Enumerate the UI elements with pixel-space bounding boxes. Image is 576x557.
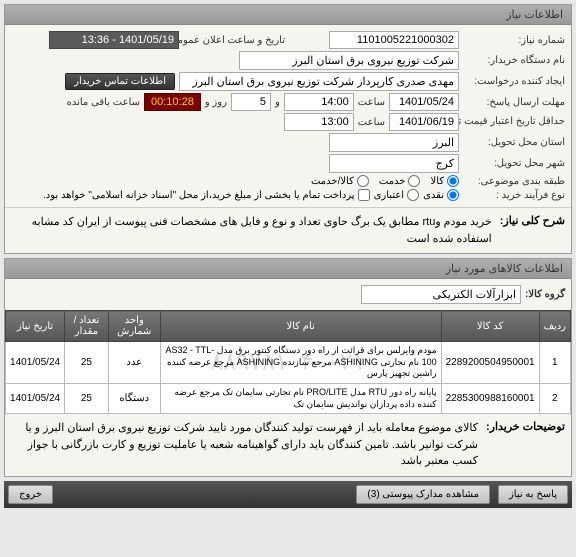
credit-note-check[interactable]: پرداخت تمام یا بخشی از مبلغ خرید،از محل …	[43, 189, 370, 201]
reply-button[interactable]: پاسخ به نیاز	[498, 485, 568, 504]
deadline-label: مهلت ارسال پاسخ:	[465, 97, 565, 108]
credit-note-checkbox[interactable]	[358, 189, 370, 201]
requester-field: مهدی صدری کارپرداز شرکت توزیع نیروی برق …	[179, 72, 459, 91]
cell-code: 2289200504950001	[441, 342, 539, 384]
validity-label: حداقل تاریخ اعتبار قیمت تا تاریخ:	[465, 116, 565, 128]
radio-cash-input[interactable]	[447, 189, 459, 201]
remain-label: ساعت باقی مانده	[67, 97, 140, 108]
radio-service[interactable]: خدمت	[379, 175, 421, 187]
and-label: و	[275, 97, 280, 108]
process-label: نوع فرآیند خرید :	[465, 190, 565, 201]
province-field: البرز	[329, 133, 459, 152]
radio-goods[interactable]: کالا	[430, 175, 459, 187]
validity-time-field: 13:00	[284, 113, 354, 131]
exit-button[interactable]: خروج	[8, 485, 53, 504]
th-qty: تعداد / مقدار	[65, 311, 109, 342]
province-label: استان محل تحویل:	[465, 137, 565, 148]
cell-qty: 25	[65, 384, 109, 414]
time-label-2: ساعت	[358, 117, 385, 128]
radio-credit[interactable]: اعتباری	[374, 189, 419, 201]
th-code: کد کالا	[441, 311, 539, 342]
deadline-time-field: 14:00	[284, 93, 354, 111]
cell-name: پایانه راه دور RTU مدل PRO/LITE نام تجار…	[160, 384, 441, 414]
radio-goods-input[interactable]	[447, 175, 459, 187]
cell-unit: عدد	[108, 342, 160, 384]
cell-code: 2285300988160001	[441, 384, 539, 414]
footer-bar: پاسخ به نیاز مشاهده مدارک پیوستی (3) خرو…	[4, 481, 572, 508]
th-unit: واحد شمارش	[108, 311, 160, 342]
cell-date: 1401/05/24	[6, 342, 65, 384]
radio-credit-input[interactable]	[407, 189, 419, 201]
buyer-notes-label: توضیحات خریدار:	[486, 420, 565, 433]
cell-idx: 2	[539, 384, 570, 414]
need-info-title: اطلاعات نیاز	[5, 5, 571, 25]
city-label: شهر محل تحویل:	[465, 158, 565, 169]
description-text: خرید مودم وrtu مطابق یک برگ حاوی تعداد و…	[11, 214, 492, 247]
th-row: ردیف	[539, 311, 570, 342]
buyer-notes-box: توضیحات خریدار: کالای موضوع معامله باید …	[5, 414, 571, 476]
items-panel-title: اطلاعات کالاهای مورد نیاز	[5, 259, 571, 279]
cell-qty: 25	[65, 342, 109, 384]
cell-date: 1401/05/24	[6, 384, 65, 414]
time-label-1: ساعت	[358, 97, 385, 108]
th-date: تاریخ نیاز	[6, 311, 65, 342]
need-number-label: شماره نیاز:	[465, 35, 565, 46]
group-field: ابزارآلات الکتریکی	[361, 285, 521, 304]
th-name: نام کالا	[160, 311, 441, 342]
cell-idx: 1	[539, 342, 570, 384]
category-radio-group: کالا خدمت کالا/خدمت	[11, 175, 459, 187]
table-row[interactable]: 1 2289200504950001 مودم وایرلس برای قرائ…	[6, 342, 571, 384]
category-label: طبقه بندی موضوعی:	[465, 176, 565, 187]
deadline-date-field: 1401/05/24	[389, 93, 459, 111]
cell-unit: دستگاه	[108, 384, 160, 414]
requester-label: ایجاد کننده درخواست:	[465, 76, 565, 87]
radio-both-input[interactable]	[357, 175, 369, 187]
attachments-button[interactable]: مشاهده مدارک پیوستی (3)	[356, 485, 490, 504]
description-box: شرح کلی نیاز: خرید مودم وrtu مطابق یک بر…	[5, 208, 571, 253]
buyer-org-field: شرکت توزیع نیروی برق استان البرز	[239, 51, 459, 70]
radio-both[interactable]: کالا/خدمت	[311, 175, 369, 187]
remaining-time: 00:10:28	[144, 93, 201, 111]
announce-field: 1401/05/19 - 13:36	[49, 31, 179, 49]
need-info-panel: اطلاعات نیاز شماره نیاز: 110100522100030…	[4, 4, 572, 254]
buyer-notes-text: کالای موضوع معامله باید از فهرست تولید ک…	[11, 420, 478, 470]
days-label: روز و	[205, 97, 227, 108]
need-number-field: 1101005221000302	[329, 31, 459, 49]
group-label: گروه کالا:	[525, 289, 565, 300]
radio-service-input[interactable]	[408, 175, 420, 187]
validity-date-field: 1401/06/19	[389, 113, 459, 131]
announce-label: تاریخ و ساعت اعلان عمومی:	[185, 35, 285, 46]
radio-cash[interactable]: نقدی	[423, 189, 459, 201]
items-table: ردیف کد کالا نام کالا واحد شمارش تعداد /…	[5, 310, 571, 414]
days-field: 5	[231, 93, 271, 111]
description-label: شرح کلی نیاز:	[500, 214, 565, 247]
contact-buyer-button[interactable]: اطلاعات تماس خریدار	[65, 73, 175, 90]
buyer-org-label: نام دستگاه خریدار:	[465, 55, 565, 66]
table-row[interactable]: 2 2285300988160001 پایانه راه دور RTU مد…	[6, 384, 571, 414]
cell-name: مودم وایرلس برای قرائت از راه دور دستگاه…	[160, 342, 441, 384]
city-field: کرج	[329, 154, 459, 173]
items-panel: اطلاعات کالاهای مورد نیاز گروه کالا: ابز…	[4, 258, 572, 477]
